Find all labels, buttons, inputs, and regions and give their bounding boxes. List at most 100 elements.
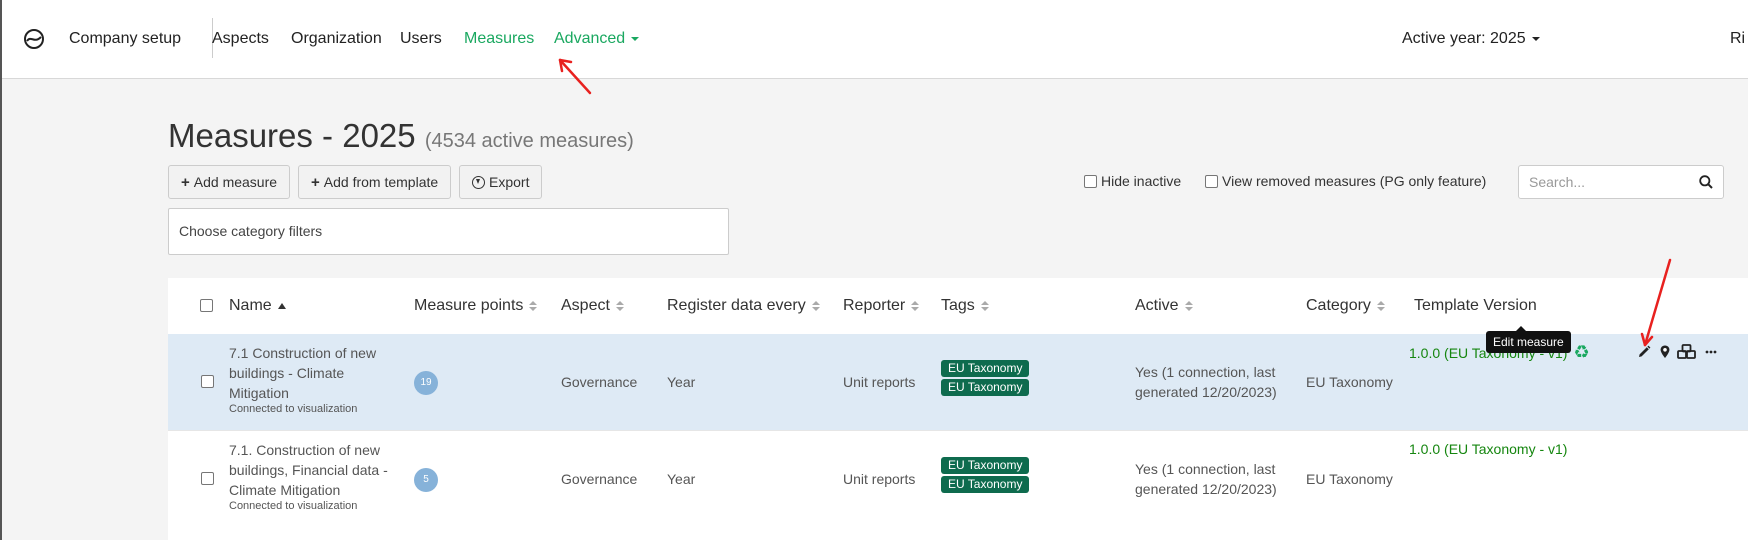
nav-users[interactable]: Users: [400, 29, 442, 49]
active-line: generated 12/20/2023): [1135, 384, 1277, 400]
sort-icon: [529, 301, 538, 311]
template-version: 1.0.0 (EU Taxonomy - v1): [1409, 439, 1567, 459]
sort-icon: [615, 301, 624, 311]
col-header-aspect[interactable]: Aspect: [561, 297, 624, 315]
hide-inactive-toggle[interactable]: Hide inactive: [1084, 173, 1181, 189]
top-navbar: Company setup Aspects Organization Users…: [2, 0, 1748, 79]
plus-icon: +: [311, 174, 320, 191]
user-menu-partial[interactable]: Ri: [1730, 29, 1745, 49]
add-from-template-button[interactable]: + Add from template: [298, 165, 452, 199]
measure-points-badge: 5: [414, 468, 438, 492]
view-removed-checkbox[interactable]: [1205, 174, 1218, 188]
register-cell: Year: [667, 471, 696, 487]
col-header-name[interactable]: Name: [229, 297, 286, 315]
measure-name[interactable]: 7.1 Construction of new buildings - Clim…: [229, 343, 399, 415]
cubes-icon[interactable]: [1677, 344, 1697, 360]
recycle-icon[interactable]: ♻: [1573, 342, 1589, 362]
nav-measures[interactable]: Measures: [464, 29, 534, 49]
view-removed-toggle[interactable]: View removed measures (PG only feature): [1205, 173, 1486, 189]
nav-organization[interactable]: Organization: [291, 29, 382, 49]
col-active-label: Active: [1135, 297, 1179, 314]
nav-advanced-dropdown[interactable]: Advanced: [554, 29, 640, 49]
active-year-label: Active year: 2025: [1402, 30, 1526, 47]
add-measure-button[interactable]: + Add measure: [168, 165, 291, 199]
col-template-label: Template Version: [1414, 297, 1537, 314]
nav-advanced-label: Advanced: [554, 30, 626, 47]
active-line: Yes (1 connection, last: [1135, 461, 1276, 477]
measure-name-line: 7.1. Construction of new: [229, 442, 380, 458]
row-checkbox[interactable]: [201, 472, 214, 485]
search-box: [1518, 165, 1724, 199]
col-reporter-label: Reporter: [843, 297, 906, 314]
sort-icon: [1184, 301, 1193, 311]
map-marker-icon[interactable]: [1657, 344, 1673, 360]
reporter-cell: Unit reports: [843, 471, 916, 487]
category-filter-input[interactable]: Choose category filters: [168, 208, 729, 255]
active-cell: Yes (1 connection, last generated 12/20/…: [1135, 362, 1277, 402]
col-aspect-label: Aspect: [561, 297, 610, 314]
tag-badge: EU Taxonomy: [941, 457, 1030, 474]
col-header-category[interactable]: Category: [1306, 297, 1385, 315]
edit-measure-tooltip: Edit measure: [1486, 326, 1571, 353]
template-version-label: 1.0.0 (EU Taxonomy - v1): [1409, 441, 1568, 457]
measure-name-line: Climate Mitigation: [229, 482, 341, 498]
connected-note: Connected to visualization: [229, 500, 358, 512]
sort-icon: [1376, 301, 1385, 311]
measure-name-line: buildings - Climate: [229, 365, 345, 381]
col-category-label: Category: [1306, 297, 1371, 314]
measure-name-line: buildings, Financial data -: [229, 462, 388, 478]
active-line: Yes (1 connection, last: [1135, 364, 1276, 380]
col-header-reporter[interactable]: Reporter: [843, 297, 920, 315]
search-input[interactable]: [1529, 174, 1689, 190]
col-name-label: Name: [229, 297, 272, 314]
measure-name-line: 7.1 Construction of new: [229, 345, 377, 361]
active-line: generated 12/20/2023): [1135, 481, 1277, 497]
col-header-template-version: Template Version: [1414, 297, 1537, 315]
sort-icon: [980, 301, 989, 311]
page-title: Measures - 2025 (4534 active measures): [168, 117, 634, 155]
tag-badge: EU Taxonomy: [941, 379, 1030, 396]
more-options-icon[interactable]: [1704, 344, 1718, 360]
row-checkbox[interactable]: [201, 375, 214, 388]
col-header-tags[interactable]: Tags: [941, 297, 989, 315]
measure-points-badge: 19: [414, 371, 438, 395]
sort-asc-icon: [277, 303, 286, 309]
export-label: Export: [489, 174, 530, 190]
download-icon: [472, 176, 485, 189]
company-logo-icon[interactable]: [22, 27, 46, 51]
col-header-register[interactable]: Register data every: [667, 297, 820, 315]
export-button[interactable]: Export: [459, 165, 543, 199]
table-row[interactable]: 7.1. Construction of new buildings, Fina…: [168, 430, 1748, 526]
add-from-template-label: Add from template: [323, 174, 439, 190]
col-points-label: Measure points: [414, 297, 524, 314]
aspect-cell: Governance: [561, 471, 638, 487]
aspect-cell: Governance: [561, 374, 638, 390]
search-icon[interactable]: [1699, 175, 1713, 189]
active-measures-count: (4534 active measures): [424, 130, 634, 152]
col-register-label: Register data every: [667, 297, 806, 314]
active-cell: Yes (1 connection, last generated 12/20/…: [1135, 459, 1277, 499]
category-cell: EU Taxonomy: [1306, 471, 1393, 487]
nav-aspects[interactable]: Aspects: [212, 29, 269, 49]
tag-badge: EU Taxonomy: [941, 476, 1030, 493]
category-cell: EU Taxonomy: [1306, 374, 1393, 390]
measure-name[interactable]: 7.1. Construction of new buildings, Fina…: [229, 440, 399, 512]
edit-pencil-icon[interactable]: [1636, 344, 1652, 360]
nav-company-setup[interactable]: Company setup: [69, 29, 181, 49]
sort-icon: [811, 301, 820, 311]
hide-inactive-label: Hide inactive: [1101, 173, 1182, 189]
sort-icon: [911, 301, 920, 311]
col-header-active[interactable]: Active: [1135, 297, 1193, 315]
add-measure-label: Add measure: [193, 174, 278, 190]
select-all-checkbox[interactable]: [200, 299, 213, 312]
chevron-down-icon: [1531, 36, 1540, 41]
plus-icon: +: [181, 174, 190, 191]
connected-note: Connected to visualization: [229, 403, 358, 415]
col-header-measure-points[interactable]: Measure points: [414, 297, 538, 315]
active-year-dropdown[interactable]: Active year: 2025: [1402, 29, 1540, 49]
view-removed-label: View removed measures (PG only feature): [1222, 173, 1487, 189]
window-border: [0, 0, 2, 540]
col-tags-label: Tags: [941, 297, 975, 314]
hide-inactive-checkbox[interactable]: [1084, 174, 1097, 188]
reporter-cell: Unit reports: [843, 374, 916, 390]
